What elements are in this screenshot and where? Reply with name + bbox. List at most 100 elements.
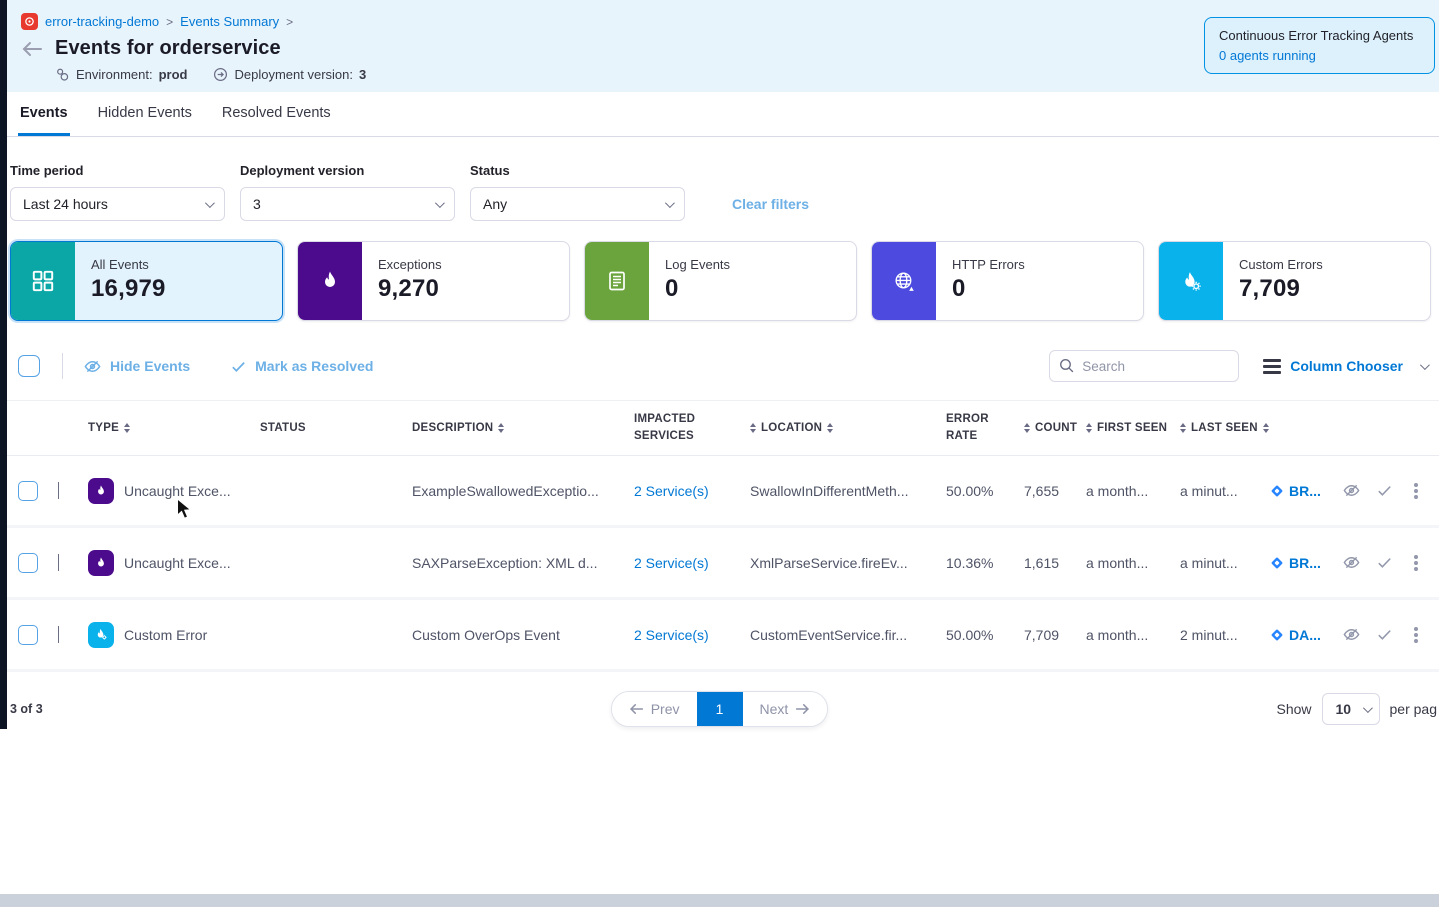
arrow-right-icon xyxy=(795,703,810,715)
hide-row-button[interactable] xyxy=(1342,481,1361,500)
breadcrumb-separator: > xyxy=(286,15,293,29)
mark-resolved-button[interactable]: Mark as Resolved xyxy=(230,358,373,375)
card-all-events[interactable]: All Events 16,979 xyxy=(10,241,283,321)
breadcrumb-section-link[interactable]: Events Summary xyxy=(180,14,279,29)
first-seen: a month... xyxy=(1086,627,1180,643)
breadcrumb-project-link[interactable]: error-tracking-demo xyxy=(45,14,159,29)
card-label: Exceptions xyxy=(378,257,442,272)
hamburger-icon xyxy=(1263,359,1281,374)
sort-icon[interactable] xyxy=(1180,423,1186,433)
impacted-services-link[interactable]: 2 Service(s) xyxy=(634,555,709,571)
select-all-checkbox[interactable] xyxy=(18,355,40,377)
environment-icon xyxy=(55,67,70,82)
tab-events[interactable]: Events xyxy=(18,92,70,136)
tab-bar: Events Hidden Events Resolved Events xyxy=(0,92,1439,137)
next-page-button[interactable]: Next xyxy=(743,692,828,726)
tab-hidden-events[interactable]: Hidden Events xyxy=(96,92,194,136)
hide-events-button[interactable]: Hide Events xyxy=(83,357,190,376)
resolve-row-button[interactable] xyxy=(1376,554,1393,571)
tab-resolved-events[interactable]: Resolved Events xyxy=(220,92,333,136)
deployment-version-select[interactable]: 3 xyxy=(240,187,455,221)
last-seen: a minut... xyxy=(1180,483,1270,499)
jira-diamond-icon xyxy=(1270,628,1284,642)
event-description: Custom OverOps Event xyxy=(412,627,634,643)
clear-filters-button[interactable]: Clear filters xyxy=(732,196,809,212)
filter-bar: Time period Last 24 hours Deployment ver… xyxy=(0,137,1439,221)
agents-running-link[interactable]: 0 agents running xyxy=(1219,48,1420,63)
deployment-meta: Deployment version:3 xyxy=(213,67,366,82)
bottom-edge-strip xyxy=(0,894,1439,907)
page-number-button[interactable]: 1 xyxy=(697,692,743,726)
row-menu-button[interactable] xyxy=(1414,489,1418,493)
card-custom-errors[interactable]: Custom Errors 7,709 xyxy=(1158,241,1431,321)
document-icon xyxy=(605,269,629,293)
custom-error-icon xyxy=(94,627,109,642)
pagination-summary: 3 of 3 xyxy=(10,702,43,716)
status-select[interactable]: Any xyxy=(470,187,685,221)
sort-icon[interactable] xyxy=(498,423,504,433)
last-seen: 2 minut... xyxy=(1180,627,1270,643)
chevron-down-icon xyxy=(1362,703,1372,713)
resolve-row-button[interactable] xyxy=(1376,482,1393,499)
event-location: CustomEventService.fir... xyxy=(750,627,946,643)
jira-ticket-link[interactable]: BR... xyxy=(1270,555,1336,571)
table-row[interactable]: Uncaught Exce... ExampleSwallowedExcepti… xyxy=(0,456,1439,528)
eye-off-icon xyxy=(83,357,102,376)
divider xyxy=(62,353,63,379)
events-table: Type Status Description Impacted Service… xyxy=(0,400,1439,672)
card-value: 16,979 xyxy=(91,275,166,303)
back-arrow-icon[interactable] xyxy=(21,41,43,57)
card-label: Custom Errors xyxy=(1239,257,1323,272)
row-checkbox[interactable] xyxy=(18,553,38,573)
jira-ticket-link[interactable]: BR... xyxy=(1270,483,1336,499)
row-menu-button[interactable] xyxy=(1414,633,1418,637)
impacted-services-link[interactable]: 2 Service(s) xyxy=(634,483,709,499)
event-type: Custom Error xyxy=(124,627,207,643)
impacted-services-link[interactable]: 2 Service(s) xyxy=(634,627,709,643)
card-http-errors[interactable]: HTTP Errors 0 xyxy=(871,241,1144,321)
exception-flame-icon xyxy=(94,484,108,498)
grid-icon xyxy=(30,268,56,294)
agents-status-card[interactable]: Continuous Error Tracking Agents 0 agent… xyxy=(1204,17,1435,74)
jira-diamond-icon xyxy=(1270,556,1284,570)
event-stat-cards: All Events 16,979 Exceptions 9,270 Log E… xyxy=(0,221,1439,321)
page-size-select[interactable]: 10 xyxy=(1322,693,1380,725)
table-row[interactable]: Uncaught Exce... SAXParseException: XML … xyxy=(0,528,1439,600)
resolve-row-button[interactable] xyxy=(1376,626,1393,643)
search-input[interactable] xyxy=(1049,350,1239,382)
time-period-select[interactable]: Last 24 hours xyxy=(10,187,225,221)
prev-page-button[interactable]: Prev xyxy=(612,692,697,726)
chevron-down-icon xyxy=(1420,360,1430,370)
jira-ticket-link[interactable]: DA... xyxy=(1270,627,1336,643)
card-log-events[interactable]: Log Events 0 xyxy=(584,241,857,321)
card-label: Log Events xyxy=(665,257,730,272)
card-exceptions[interactable]: Exceptions 9,270 xyxy=(297,241,570,321)
sort-icon[interactable] xyxy=(1086,423,1092,433)
expand-row-button[interactable] xyxy=(58,554,59,571)
table-toolbar: Hide Events Mark as Resolved Column Choo… xyxy=(0,348,1439,384)
sort-icon[interactable] xyxy=(750,423,756,433)
flame-gear-icon xyxy=(1179,269,1204,294)
environment-meta: Environment:prod xyxy=(55,67,187,82)
row-menu-button[interactable] xyxy=(1414,561,1418,565)
row-checkbox[interactable] xyxy=(18,625,38,645)
page-header: error-tracking-demo > Events Summary > E… xyxy=(0,0,1439,92)
chevron-down-icon xyxy=(205,198,215,208)
row-checkbox[interactable] xyxy=(18,481,38,501)
chevron-down-icon xyxy=(665,198,675,208)
sort-icon[interactable] xyxy=(1263,423,1269,433)
table-row[interactable]: Custom Error Custom OverOps Event 2 Serv… xyxy=(0,600,1439,672)
chevron-down-icon xyxy=(435,198,445,208)
error-tracking-logo-icon xyxy=(21,13,38,30)
sort-icon[interactable] xyxy=(827,423,833,433)
sort-icon[interactable] xyxy=(1024,423,1030,433)
expand-row-button[interactable] xyxy=(58,482,59,499)
event-type: Uncaught Exce... xyxy=(124,555,231,571)
sort-icon[interactable] xyxy=(124,423,130,433)
hide-row-button[interactable] xyxy=(1342,553,1361,572)
column-chooser-button[interactable]: Column Chooser xyxy=(1263,358,1427,374)
event-location: SwallowInDifferentMeth... xyxy=(750,483,946,499)
expand-row-button[interactable] xyxy=(58,626,59,643)
hide-row-button[interactable] xyxy=(1342,625,1361,644)
first-seen: a month... xyxy=(1086,483,1180,499)
